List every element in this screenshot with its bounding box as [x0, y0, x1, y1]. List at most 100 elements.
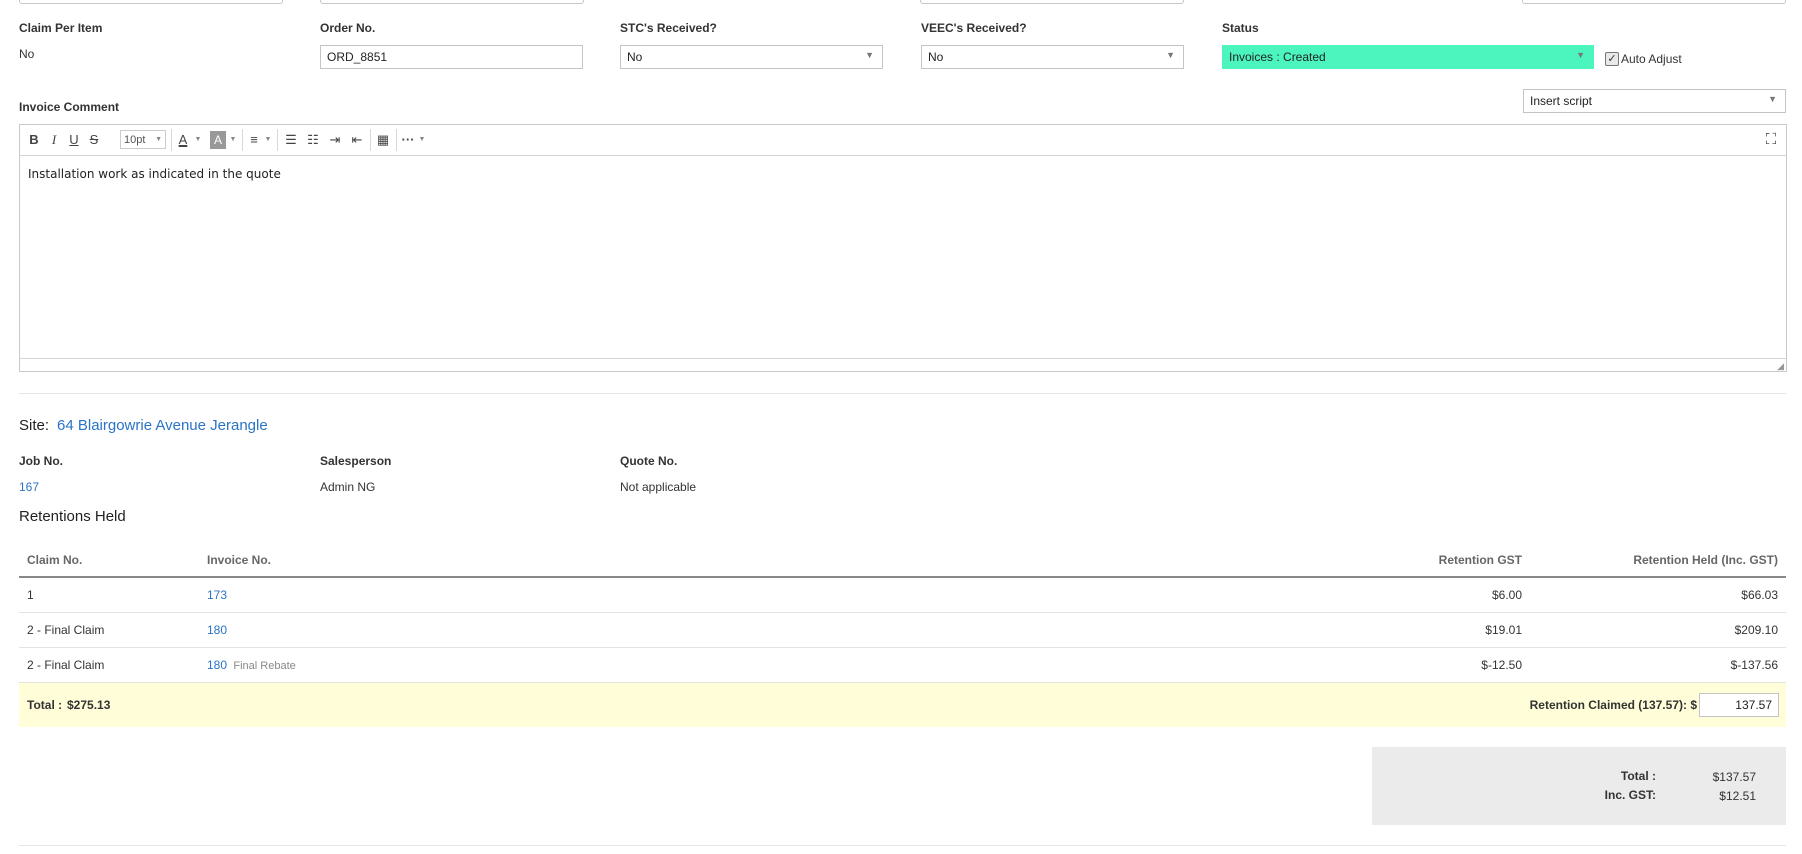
retentions-title: Retentions Held [19, 508, 126, 525]
table-row: 1 173 $6.00 $66.03 [19, 577, 1786, 613]
numbered-list-icon[interactable]: ☷ [304, 131, 322, 149]
toolbar-divider [396, 129, 397, 151]
invoice-comment-editor[interactable]: B I U S 10pt ▼ A ▼ A ▼ ≡ ▼ ☰ ☷ ⇥ ⇤ ▦ ···… [19, 124, 1787, 372]
invoice-note: Final Rebate [233, 660, 296, 672]
resize-handle-icon[interactable]: ◢ [1777, 361, 1784, 371]
status-label: Status [1222, 21, 1259, 35]
toolbar-divider [171, 129, 172, 151]
section-divider [19, 845, 1786, 846]
invoice-link[interactable]: 180 [207, 658, 227, 672]
toolbar-divider [277, 129, 278, 151]
font-size-value: 10pt [124, 134, 146, 146]
scrolled-field-fragment [920, 0, 1184, 4]
claim-no-cell: 2 - Final Claim [19, 612, 199, 648]
scrolled-field-fragment [19, 0, 283, 4]
chevron-down-icon[interactable]: ▼ [229, 131, 237, 149]
editor-statusbar: ◢ [20, 358, 1786, 371]
column-header: Retention Held (Inc. GST) [1530, 543, 1786, 578]
invoice-comment-label: Invoice Comment [19, 100, 120, 114]
chevron-down-icon: ▼ [865, 50, 874, 60]
retention-held-cell: $66.03 [1530, 577, 1786, 613]
retention-gst-cell: $6.00 [1274, 577, 1530, 613]
claim-no-cell: 2 - Final Claim [19, 647, 199, 683]
chevron-down-icon: ▼ [1576, 50, 1585, 60]
site-label: Site: [19, 417, 50, 434]
chevron-down-icon: ▼ [1768, 94, 1777, 104]
retention-claimed-input[interactable] [1699, 693, 1779, 717]
invoice-link[interactable]: 180 [207, 623, 227, 637]
bold-icon[interactable]: B [26, 131, 42, 149]
chevron-down-icon: ▼ [1166, 50, 1175, 60]
fullscreen-icon[interactable]: ⛶ [1762, 131, 1780, 149]
claim-per-item-label: Claim Per Item [19, 21, 103, 35]
insert-script-select[interactable]: Insert script ▼ [1523, 89, 1786, 113]
outdent-icon[interactable]: ⇤ [348, 131, 366, 149]
salesperson-label: Salesperson [320, 454, 392, 468]
retention-claimed-label: Retention Claimed (137.57): $ [1529, 698, 1697, 712]
toolbar-divider [370, 129, 371, 151]
chevron-down-icon[interactable]: ▼ [194, 131, 202, 149]
align-left-icon[interactable]: ≡ [246, 131, 262, 149]
salesperson-value: Admin NG [320, 480, 376, 494]
order-no-input[interactable] [320, 45, 583, 69]
status-value: Invoices : Created [1229, 50, 1326, 64]
retention-held-cell: $209.10 [1530, 612, 1786, 648]
retention-held-cell: $-137.56 [1530, 647, 1786, 683]
retentions-total-row: Total : $275.13 Retention Claimed (137.5… [19, 683, 1786, 727]
stc-received-select[interactable]: No ▼ [620, 45, 883, 69]
column-header: Retention GST [1274, 543, 1530, 578]
summary-box: Total : $137.57 Inc. GST: $12.51 [1372, 747, 1786, 825]
total-label: Total : [27, 698, 63, 712]
italic-icon[interactable]: I [46, 131, 62, 149]
column-header: Claim No. [19, 543, 199, 578]
section-divider [19, 393, 1786, 394]
more-icon[interactable]: ··· [400, 131, 416, 149]
insert-script-value: Insert script [1530, 94, 1593, 108]
claim-per-item-value: No [19, 47, 35, 61]
retentions-table: Claim No. Invoice No. Retention GST Rete… [19, 543, 1786, 683]
site-address-link[interactable]: 64 Blairgowrie Avenue Jerangle [57, 417, 268, 434]
bullet-list-icon[interactable]: ☰ [282, 131, 300, 149]
background-color-icon[interactable]: A [210, 131, 226, 149]
veec-received-select[interactable]: No ▼ [921, 45, 1184, 69]
stc-received-value: No [627, 50, 643, 64]
invoice-link[interactable]: 173 [207, 588, 227, 602]
job-no-label: Job No. [19, 454, 63, 468]
stc-received-label: STC's Received? [620, 21, 717, 35]
text-color-icon[interactable]: A [174, 131, 192, 149]
scrolled-field-fragment [320, 0, 584, 4]
auto-adjust-checkbox[interactable]: ✓ [1605, 52, 1619, 66]
strikethrough-icon[interactable]: S [86, 131, 102, 149]
auto-adjust-control[interactable]: ✓ Auto Adjust [1605, 52, 1682, 66]
chevron-down-icon[interactable]: ▼ [418, 131, 426, 149]
editor-content[interactable]: Installation work as indicated in the qu… [28, 167, 281, 181]
status-select[interactable]: Invoices : Created ▼ [1222, 45, 1594, 69]
claim-no-cell: 1 [19, 577, 199, 613]
retention-gst-cell: $-12.50 [1274, 647, 1530, 683]
indent-icon[interactable]: ⇥ [326, 131, 344, 149]
scrolled-field-fragment [1522, 0, 1786, 4]
table-row: 2 - Final Claim 180 Final Rebate $-12.50… [19, 647, 1786, 683]
table-row: 2 - Final Claim 180 $19.01 $209.10 [19, 612, 1786, 648]
summary-gst-label: Inc. GST: [1604, 788, 1656, 802]
veec-received-value: No [928, 50, 944, 64]
chevron-down-icon[interactable]: ▼ [264, 131, 272, 149]
table-header-row: Claim No. Invoice No. Retention GST Rete… [19, 543, 1786, 578]
veec-received-label: VEEC's Received? [921, 21, 1027, 35]
total-value: $275.13 [67, 698, 111, 712]
quote-no-label: Quote No. [620, 454, 678, 468]
summary-total-value: $137.57 [1712, 770, 1756, 784]
summary-gst-value: $12.51 [1719, 789, 1756, 803]
table-icon[interactable]: ▦ [374, 131, 392, 149]
column-header: Invoice No. [199, 543, 1274, 578]
auto-adjust-label: Auto Adjust [1621, 52, 1682, 66]
retention-gst-cell: $19.01 [1274, 612, 1530, 648]
quote-no-value: Not applicable [620, 480, 697, 494]
underline-icon[interactable]: U [66, 131, 82, 149]
job-no-link[interactable]: 167 [19, 480, 39, 494]
chevron-down-icon: ▼ [155, 136, 162, 143]
order-no-label: Order No. [320, 21, 376, 35]
font-size-select[interactable]: 10pt ▼ [120, 130, 166, 149]
summary-total-label: Total : [1620, 769, 1656, 783]
editor-toolbar: B I U S 10pt ▼ A ▼ A ▼ ≡ ▼ ☰ ☷ ⇥ ⇤ ▦ ···… [20, 125, 1786, 156]
